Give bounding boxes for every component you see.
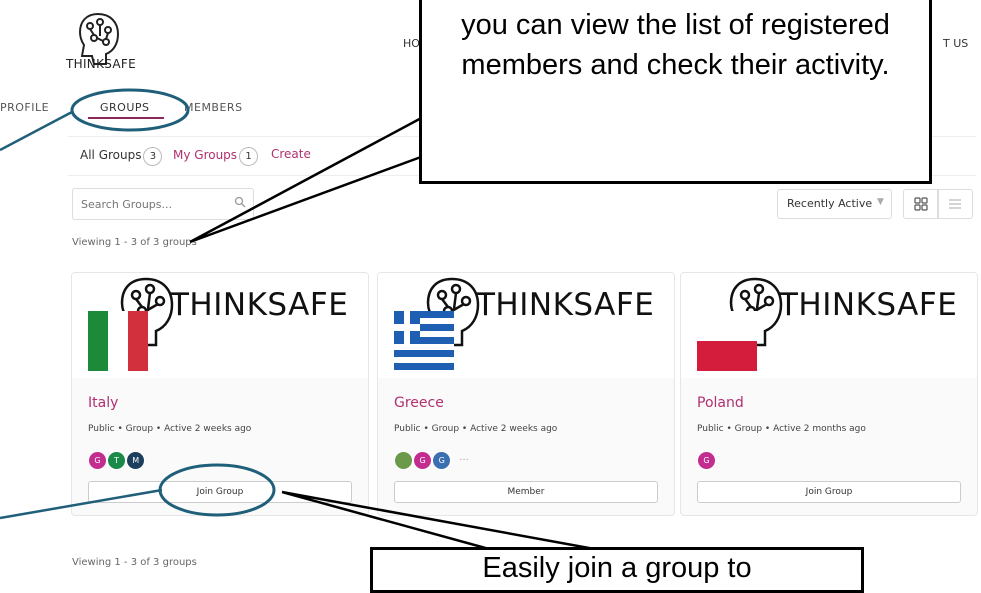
avatar[interactable]: M bbox=[126, 451, 146, 470]
group-banner: THINKSAFE bbox=[72, 273, 368, 378]
member-button[interactable]: Member bbox=[394, 481, 658, 503]
group-card-poland[interactable]: THINKSAFE Poland Public • Group • Active… bbox=[680, 272, 978, 516]
tab-profile[interactable]: PROFILE bbox=[0, 101, 49, 114]
list-view-button[interactable] bbox=[937, 189, 973, 219]
avatar[interactable]: G bbox=[88, 451, 107, 470]
viewing-count-top: Viewing 1 - 3 of 3 groups bbox=[72, 237, 197, 248]
tab-members[interactable]: MEMBERS bbox=[184, 101, 243, 114]
filter-all-label: All Groups bbox=[80, 148, 142, 162]
avatar[interactable]: T bbox=[107, 451, 127, 470]
all-groups-count: 3 bbox=[143, 147, 163, 166]
group-banner-text: THINKSAFE bbox=[476, 287, 655, 323]
group-banner-text: THINKSAFE bbox=[170, 287, 349, 323]
avatar[interactable]: G bbox=[413, 451, 433, 470]
group-meta: Public • Group • Active 2 weeks ago bbox=[88, 424, 252, 434]
poland-flag-icon bbox=[697, 311, 757, 371]
chevron-down-icon: ▼ bbox=[877, 197, 884, 207]
member-avatars: G bbox=[697, 450, 716, 470]
group-banner: THINKSAFE bbox=[378, 273, 674, 378]
join-group-button[interactable]: Join Group bbox=[697, 481, 961, 503]
group-meta: Public • Group • Active 2 weeks ago bbox=[394, 424, 558, 434]
avatar[interactable]: G bbox=[432, 451, 452, 470]
search-icon[interactable] bbox=[234, 196, 246, 208]
filter-my-groups[interactable]: My Groups 1 bbox=[173, 147, 259, 166]
nav-home-partial[interactable]: HO bbox=[403, 37, 420, 50]
filter-my-label: My Groups bbox=[173, 148, 238, 162]
list-icon bbox=[949, 199, 961, 209]
nav-contact-partial[interactable]: T US bbox=[943, 37, 968, 50]
active-tab-indicator bbox=[88, 117, 164, 119]
member-avatars: G G ··· bbox=[394, 450, 469, 470]
brand-name: THINKSAFE bbox=[66, 57, 136, 71]
sort-select[interactable]: Recently Active ▼ bbox=[777, 189, 892, 219]
group-banner: THINKSAFE bbox=[681, 273, 977, 378]
group-name[interactable]: Poland bbox=[697, 395, 744, 411]
create-group-link[interactable]: Create bbox=[271, 147, 311, 161]
my-groups-count: 1 bbox=[239, 147, 259, 166]
group-card-greece[interactable]: THINKSAFE Greece Public • Group • Active… bbox=[377, 272, 675, 516]
group-name[interactable]: Italy bbox=[88, 395, 118, 411]
more-members-icon[interactable]: ··· bbox=[459, 455, 469, 466]
greece-flag-icon bbox=[394, 311, 454, 371]
grid-icon bbox=[914, 197, 928, 211]
sort-selected-label: Recently Active bbox=[787, 197, 873, 210]
filter-all-groups[interactable]: All Groups 3 bbox=[80, 147, 163, 166]
search-groups-box bbox=[72, 188, 254, 220]
group-meta: Public • Group • Active 2 months ago bbox=[697, 424, 866, 434]
avatar[interactable]: G bbox=[697, 451, 716, 470]
groups-pointer-line bbox=[0, 110, 73, 152]
group-card-italy[interactable]: THINKSAFE Italy Public • Group • Active … bbox=[71, 272, 369, 516]
tab-groups[interactable]: GROUPS bbox=[100, 101, 150, 114]
member-avatars: G T M bbox=[88, 450, 146, 470]
italy-flag-icon bbox=[88, 311, 148, 371]
grid-view-button[interactable] bbox=[903, 189, 939, 219]
search-groups-input[interactable] bbox=[73, 189, 233, 219]
callout-join-info: Easily join a group to bbox=[370, 547, 864, 593]
group-name[interactable]: Greece bbox=[394, 395, 444, 411]
join-group-button[interactable]: Join Group bbox=[88, 481, 352, 503]
avatar[interactable] bbox=[394, 451, 413, 470]
callout-members-info: you can view the list of registered memb… bbox=[419, 0, 932, 184]
group-banner-text: THINKSAFE bbox=[779, 287, 958, 323]
viewing-count-bottom: Viewing 1 - 3 of 3 groups bbox=[72, 557, 197, 568]
